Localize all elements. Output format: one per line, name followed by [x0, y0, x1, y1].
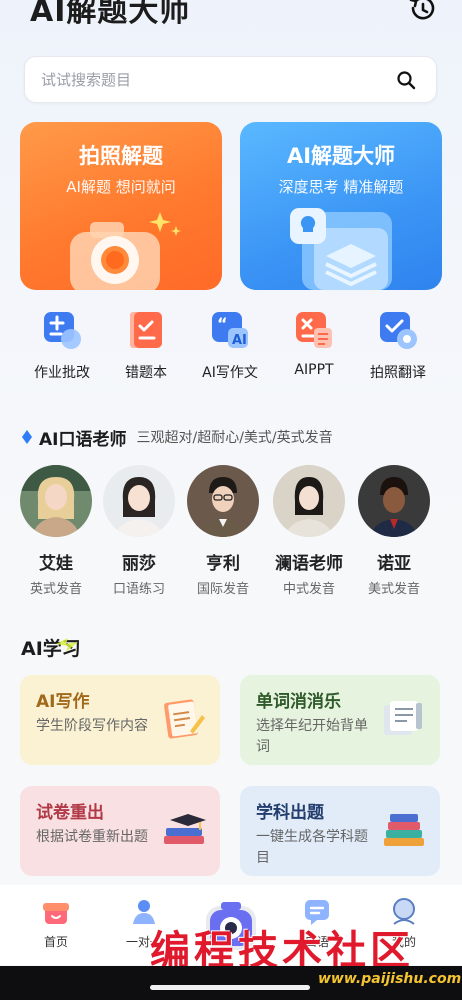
ai-master-card[interactable]: AI解题大师 深度思考 精准解题 — [240, 122, 442, 290]
teacher-name: 艾娃 — [39, 554, 73, 574]
highlight-mark-icon — [56, 638, 78, 652]
subject-quiz-icon — [384, 814, 424, 846]
card-ai-writing[interactable]: AI写作 学生阶段写作内容 — [20, 675, 220, 765]
tool-ai-essay[interactable]: “ AI AI写作文 — [188, 310, 272, 382]
card-title: AI写作 — [36, 692, 90, 712]
card-desc: 根据试卷重新出题 — [36, 829, 148, 845]
teacher-desc: 中式发音 — [282, 582, 335, 597]
nav-home[interactable]: 首页 — [16, 897, 96, 950]
ai-ppt-icon — [296, 312, 332, 348]
home-indicator[interactable] — [150, 985, 310, 990]
card-desc: 一键生成各学科题目 — [256, 829, 368, 866]
oral-section-header: AI口语老师 三观超对/超耐心/美式/英式发音 — [22, 425, 333, 450]
avatar — [103, 465, 175, 537]
photo-solve-subtitle: AI解题 想问就问 — [66, 178, 176, 196]
mistake-book-icon — [130, 312, 162, 348]
diamond-icon — [22, 430, 32, 444]
photo-translate-icon — [380, 312, 417, 349]
photo-solve-card[interactable]: 拍照解题 AI解题 想问就问 — [20, 122, 222, 290]
app-title: AI解题大师 — [30, 0, 191, 29]
photo-solve-title: 拍照解题 — [79, 144, 163, 168]
card-exam-redo[interactable]: 试卷重出 根据试卷重新出题 — [20, 786, 220, 876]
search-icon[interactable] — [396, 70, 416, 90]
teacher-desc: 口语练习 — [112, 582, 165, 597]
teacher-desc: 英式发音 — [29, 582, 82, 597]
vocabulary-icon — [384, 701, 422, 735]
teacher-noah[interactable]: 诺亚 美式发音 — [351, 465, 437, 597]
tool-ai-ppt[interactable]: AIPPT — [272, 310, 356, 378]
tool-photo-translate[interactable]: 拍照翻译 — [356, 310, 440, 382]
ai-master-title: AI解题大师 — [286, 144, 396, 168]
camera-illustration-icon — [70, 212, 181, 290]
nav-label: 首页 — [43, 935, 68, 949]
card-subject-quiz[interactable]: 学科出题 一键生成各学科题目 — [240, 786, 440, 876]
tool-label: AI写作文 — [202, 365, 258, 381]
exam-regenerate-icon — [164, 814, 206, 844]
homework-check-icon — [44, 312, 81, 349]
teacher-lisa[interactable]: 丽莎 口语练习 — [96, 465, 182, 597]
watermark-url: www.paijishu.com — [318, 971, 462, 987]
svg-text:AI: AI — [232, 333, 247, 348]
search-input[interactable] — [41, 57, 381, 102]
layers-illustration-icon — [290, 208, 392, 290]
avatar — [358, 465, 430, 537]
teacher-name: 澜语老师 — [275, 554, 343, 574]
card-title: 试卷重出 — [36, 803, 104, 823]
watermark-text: 编程技术社区 — [150, 927, 414, 966]
oral-section-subtitle: 三观超对/超耐心/美式/英式发音 — [136, 430, 333, 446]
writing-icon — [164, 699, 205, 739]
avatar — [273, 465, 345, 537]
card-desc: 选择年纪开始背单词 — [256, 718, 368, 755]
teacher-name: 亨利 — [206, 554, 240, 574]
svg-text:“: “ — [217, 314, 228, 333]
tool-mistake-book[interactable]: 错题本 — [104, 310, 188, 382]
ai-master-subtitle: 深度思考 精准解题 — [278, 178, 404, 196]
history-button[interactable] — [404, 0, 440, 24]
search-bar[interactable] — [24, 56, 437, 103]
teacher-name: 诺亚 — [377, 554, 411, 574]
teacher-ava[interactable]: 艾娃 英式发音 — [13, 465, 99, 597]
card-title: 学科出题 — [256, 803, 324, 823]
card-title: 单词消消乐 — [256, 692, 341, 712]
card-word-match[interactable]: 单词消消乐 选择年纪开始背单词 — [240, 675, 440, 765]
history-icon — [409, 0, 435, 20]
ai-essay-icon: “ AI — [212, 312, 248, 348]
quick-tools: 作业批改 错题本 “ AI AI写作文 AIPPT 拍照翻译 — [0, 310, 462, 386]
teacher-henry[interactable]: 亨利 国际发音 — [180, 465, 266, 597]
teacher-desc: 美式发音 — [367, 582, 420, 597]
avatar — [20, 465, 92, 537]
teacher-lanyu[interactable]: 澜语老师 中式发音 — [266, 465, 352, 597]
tool-label: 拍照翻译 — [370, 365, 426, 381]
oral-section-title: AI口语老师 — [39, 429, 127, 450]
home-icon — [43, 903, 69, 924]
tool-homework-check[interactable]: 作业批改 — [20, 310, 104, 382]
tool-label: AIPPT — [294, 362, 334, 378]
avatar — [187, 465, 259, 537]
tool-label: 作业批改 — [34, 365, 90, 381]
card-desc: 学生阶段写作内容 — [36, 718, 148, 734]
teacher-desc: 国际发音 — [196, 582, 249, 597]
teacher-name: 丽莎 — [122, 554, 156, 574]
tool-label: 错题本 — [125, 365, 167, 381]
